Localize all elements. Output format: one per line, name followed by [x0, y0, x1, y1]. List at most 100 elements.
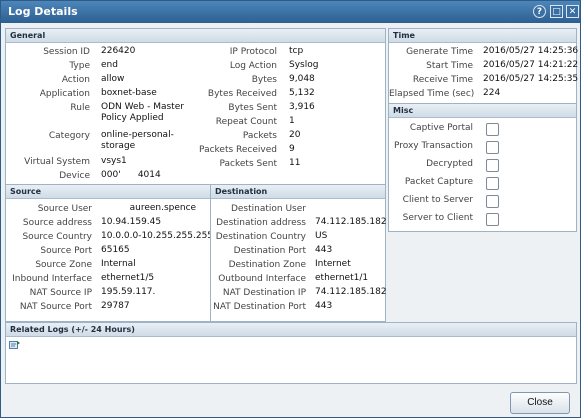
bytes-received-label: Bytes Received: [207, 89, 277, 99]
time-header: Time: [389, 29, 576, 43]
related-logs-header: Related Logs (+/- 24 Hours): [6, 323, 576, 337]
misc-header: Misc: [389, 104, 576, 118]
nat-destination-ip-value: 74.112.185.182: [315, 287, 387, 297]
destination-port-label: Destination Port: [233, 246, 306, 256]
source-zone-value: Internal: [101, 259, 136, 269]
packets-received-value: 9: [289, 144, 295, 154]
client-to-server-checkbox[interactable]: [486, 195, 499, 208]
help-icon[interactable]: ?: [533, 5, 546, 18]
log-entry-icon[interactable]: [9, 340, 21, 350]
outbound-interface-label: Outbound Interface: [218, 274, 306, 284]
destination-zone-value: Internet: [315, 259, 351, 269]
generate-time-label: Generate Time: [406, 47, 473, 57]
misc-panel: Misc Captive Portal Proxy Transaction Decr…: [388, 103, 577, 232]
source-zone-label: Source Zone: [35, 260, 92, 270]
source-user-value: aureen.spence: [101, 203, 197, 213]
close-button[interactable]: Close: [510, 392, 570, 414]
ip-protocol-value: tcp: [289, 46, 304, 56]
server-to-client-checkbox[interactable]: [486, 213, 499, 226]
bytes-value: 9,048: [289, 74, 315, 84]
application-value: boxnet-base: [101, 88, 157, 98]
virtual-system-value: vsys1: [101, 156, 127, 166]
inbound-interface-value: ethernet1/5: [101, 273, 155, 283]
rule-value: ODN Web - Master Policy Applied: [101, 102, 184, 123]
source-country-label: Source Country: [22, 232, 92, 242]
category-label: Category: [48, 131, 90, 141]
type-value: end: [101, 60, 118, 70]
general-header: General: [6, 29, 385, 43]
action-value: allow: [101, 74, 125, 84]
session-id-label: Session ID: [43, 47, 90, 57]
nat-source-ip-label: NAT Source IP: [29, 288, 92, 298]
nat-source-port-label: NAT Source Port: [19, 302, 92, 312]
start-time-label: Start Time: [426, 61, 473, 71]
log-details-dialog: Log Details ? □ ✕ General Session ID 2264…: [0, 0, 581, 418]
captive-portal-label: Captive Portal: [409, 123, 473, 133]
device-label: Device: [59, 171, 90, 181]
rule-label: Rule: [70, 103, 90, 113]
repeat-count-label: Repeat Count: [215, 117, 277, 127]
destination-address-label: Destination address: [216, 218, 306, 228]
maximize-icon[interactable]: □: [550, 5, 563, 18]
elapsed-time-sec-value: 224: [483, 88, 501, 98]
log-action-value: Syslog: [289, 60, 319, 70]
start-time-value: 2016/05/27 14:21:22: [483, 60, 579, 70]
device-value: 000' 4014: [101, 170, 161, 180]
action-label: Action: [61, 75, 90, 85]
destination-user-label: Destination User: [230, 204, 306, 214]
packets-sent-label: Packets Sent: [219, 159, 277, 169]
source-user-label: Source User: [37, 204, 92, 214]
source-address-label: Source address: [22, 218, 92, 228]
proxy-transaction-checkbox[interactable]: [486, 141, 499, 154]
nat-destination-port-label: NAT Destination Port: [213, 302, 306, 312]
type-label: Type: [69, 61, 90, 71]
packet-capture-checkbox[interactable]: [486, 177, 499, 190]
packets-label: Packets: [242, 131, 277, 141]
elapsed-time-sec-label: Elapsed Time (sec): [389, 89, 475, 99]
general-panel: General Session ID 226420 Type end Action all…: [5, 28, 386, 185]
packets-value: 20: [289, 130, 301, 140]
repeat-count-value: 1: [289, 116, 295, 126]
server-to-client-label: Server to Client: [402, 213, 473, 223]
dialog-title: Log Details: [8, 5, 78, 18]
source-header: Source: [6, 185, 210, 199]
decrypted-checkbox[interactable]: [486, 159, 499, 172]
inbound-interface-label: Inbound Interface: [12, 274, 92, 284]
close-icon[interactable]: ✕: [566, 5, 579, 18]
ip-protocol-label: IP Protocol: [229, 47, 277, 57]
title-bar[interactable]: Log Details ? □ ✕: [1, 1, 580, 23]
client-to-server-label: Client to Server: [402, 195, 473, 205]
nat-source-port-value: 29787: [101, 301, 130, 311]
application-label: Application: [39, 89, 90, 99]
receive-time-label: Receive Time: [412, 75, 473, 85]
receive-time-value: 2016/05/27 14:25:35: [483, 74, 579, 84]
bytes-received-value: 5,132: [289, 88, 315, 98]
session-id-value: 226420: [101, 46, 136, 56]
packets-received-label: Packets Received: [199, 145, 277, 155]
source-country-value: 10.0.0.0-10.255.255.255: [101, 231, 214, 241]
proxy-transaction-label: Proxy Transaction: [393, 141, 473, 151]
related-logs-panel: Related Logs (+/- 24 Hours): [5, 322, 577, 384]
log-action-label: Log Action: [229, 61, 277, 71]
bytes-sent-label: Bytes Sent: [228, 103, 277, 113]
destination-country-label: Destination Country: [215, 232, 306, 242]
generate-time-value: 2016/05/27 14:25:36: [483, 46, 579, 56]
nat-destination-port-value: 443: [315, 301, 333, 311]
destination-header: Destination: [211, 185, 385, 199]
bytes-label: Bytes: [251, 75, 277, 85]
captive-portal-checkbox[interactable]: [486, 123, 499, 136]
source-panel: Source Source User aureen.spence Source a…: [5, 184, 214, 322]
bytes-sent-value: 3,916: [289, 102, 315, 112]
destination-port-value: 443: [315, 245, 333, 255]
category-value: online-personal- storage: [101, 130, 174, 151]
time-panel: Time Generate Time 2016/05/27 14:25:36 Sta…: [388, 28, 579, 105]
packet-capture-label: Packet Capture: [404, 177, 473, 187]
packets-sent-value: 11: [289, 158, 301, 168]
source-address-value: 10.94.159.45: [101, 217, 162, 227]
destination-zone-label: Destination Zone: [228, 260, 306, 270]
virtual-system-label: Virtual System: [24, 157, 90, 167]
source-port-label: Source Port: [40, 246, 92, 256]
source-port-value: 65165: [101, 245, 130, 255]
decrypted-label: Decrypted: [426, 159, 473, 169]
destination-address-value: 74.112.185.182: [315, 217, 387, 227]
